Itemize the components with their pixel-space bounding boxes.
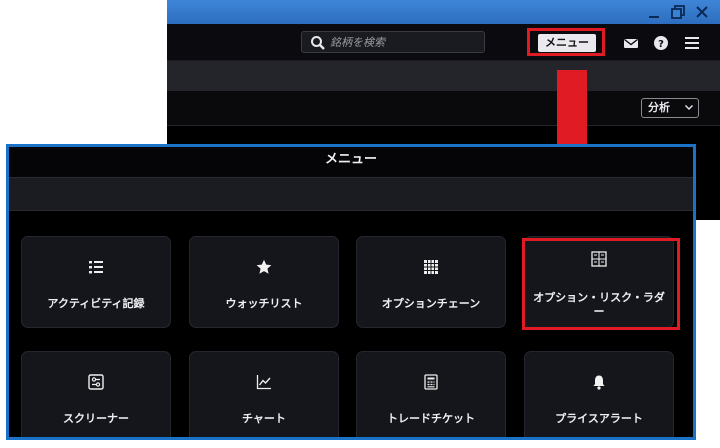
list-icon <box>89 261 103 274</box>
panel-title: メニュー <box>9 147 693 177</box>
bell-icon <box>593 375 605 390</box>
menu-item-label: ウォッチリスト <box>225 297 303 310</box>
mail-icon[interactable] <box>623 36 639 50</box>
analysis-dropdown[interactable]: 分析 <box>641 98 699 118</box>
chevron-down-icon <box>685 105 693 110</box>
menu-button[interactable]: メニュー <box>538 34 596 52</box>
menu-item-label: トレードチケット <box>387 412 475 425</box>
menu-item-trade-ticket[interactable]: トレードチケット <box>356 351 506 437</box>
menu-item-chart[interactable]: チャート <box>189 351 339 437</box>
search-icon <box>311 36 325 50</box>
minimize-icon <box>649 16 659 18</box>
restore-icon <box>671 5 685 19</box>
grid-icon <box>424 260 438 274</box>
menu-item-watchlist[interactable]: ウォッチリスト <box>189 236 339 328</box>
help-icon[interactable]: ? <box>653 35 669 51</box>
menu-item-price-alert[interactable]: プライスアラート <box>524 351 674 437</box>
panel-search-bar[interactable] <box>9 177 693 211</box>
restore-button[interactable] <box>669 3 687 21</box>
star-icon <box>256 259 272 274</box>
toolbar: メニュー ? <box>167 24 720 61</box>
chart-icon <box>256 375 271 390</box>
close-icon <box>696 6 708 18</box>
menu-item-highlight <box>522 238 680 330</box>
svg-text:?: ? <box>658 39 664 50</box>
menu-item-option-chain[interactable]: オプションチェーン <box>356 236 506 328</box>
analysis-label: 分析 <box>648 101 670 114</box>
menu-item-label: オプションチェーン <box>381 297 481 310</box>
sub-header-bar <box>167 61 720 91</box>
search-input[interactable] <box>330 33 480 51</box>
hamburger-menu-icon[interactable] <box>684 36 700 50</box>
menu-panel: メニュー アクティビティ記録 ウォッチリスト オプションチェーン オプション・リ… <box>6 144 696 440</box>
minimize-button[interactable] <box>645 3 663 21</box>
content-header: 分析 <box>167 91 720 126</box>
close-button[interactable] <box>693 3 711 21</box>
title-bar <box>167 0 720 24</box>
search-box[interactable] <box>301 31 485 53</box>
menu-item-label: プライスアラート <box>555 412 643 425</box>
menu-item-label: アクティビティ記録 <box>47 297 145 310</box>
ticket-icon <box>424 374 438 390</box>
screener-icon <box>88 374 104 390</box>
menu-item-activity-log[interactable]: アクティビティ記録 <box>21 236 171 328</box>
menu-item-label: チャート <box>242 412 286 425</box>
menu-item-screener[interactable]: スクリーナー <box>21 351 171 437</box>
menu-item-label: スクリーナー <box>63 412 129 425</box>
